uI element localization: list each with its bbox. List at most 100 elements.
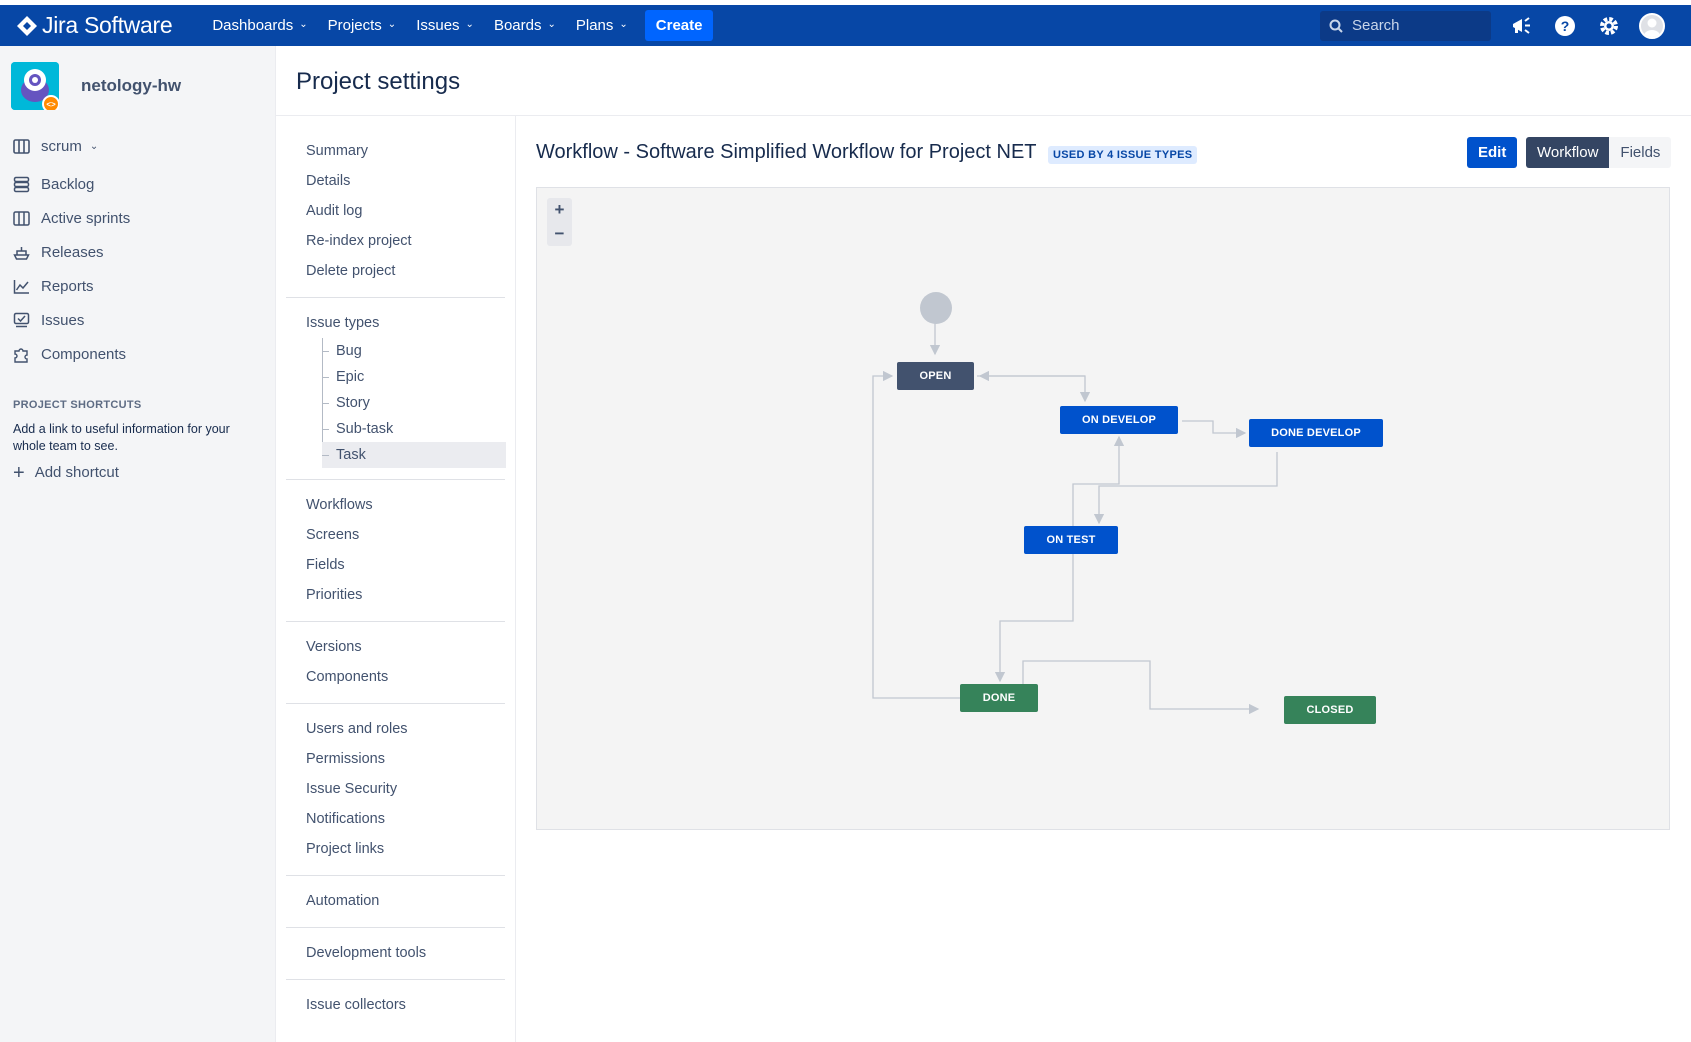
view-toggle-workflow[interactable]: Workflow <box>1526 137 1610 168</box>
settings-nav: Summary Details Audit log Re-index proje… <box>276 116 516 1042</box>
transition-open-on-develop <box>977 375 1091 403</box>
settings-item-screens[interactable]: Screens <box>286 520 505 550</box>
settings-group-issue-types: Issue types Bug Epic Story Sub-task Task <box>276 308 515 468</box>
page-title: Project settings <box>296 68 461 95</box>
nav-label: Projects <box>327 17 382 34</box>
sidebar-item-issues[interactable]: Issues <box>0 303 275 337</box>
sidebar-item-label: Releases <box>41 243 104 261</box>
jira-diamond-icon <box>17 15 37 36</box>
divider <box>286 703 505 704</box>
sidebar-item-reports[interactable]: Reports <box>0 269 275 303</box>
chevron-down-icon: ⌄ <box>89 141 99 152</box>
workflow-start-node <box>920 292 952 324</box>
chart-icon <box>13 279 29 294</box>
nav-boards[interactable]: Boards ⌄ <box>494 17 556 34</box>
settings-group-people: Users and roles Permissions Issue Securi… <box>276 714 515 864</box>
settings-item-issue-security[interactable]: Issue Security <box>286 774 505 804</box>
settings-item-details[interactable]: Details <box>286 166 505 196</box>
used-by-badge[interactable]: USED BY 4 ISSUE TYPES <box>1048 146 1198 164</box>
nav-issues[interactable]: Issues ⌄ <box>416 17 474 34</box>
settings-group-dev-tools: Development tools <box>276 938 515 968</box>
settings-item-issue-types[interactable]: Issue types <box>286 308 505 338</box>
workflow-diagram-canvas[interactable]: + − OPEN ON DEVELOP DONE DEVELOP ON TEST… <box>536 187 1670 830</box>
settings-item-development-tools[interactable]: Development tools <box>286 938 505 968</box>
settings-gear-icon[interactable] <box>1595 12 1623 40</box>
nav-label: Dashboards <box>212 17 294 34</box>
ship-icon <box>13 246 30 260</box>
transition-on-test-done <box>994 554 1074 683</box>
status-node-closed[interactable]: CLOSED <box>1284 696 1376 724</box>
sidebar-item-label: Issues <box>41 311 85 329</box>
settings-item-project-links[interactable]: Project links <box>286 834 505 864</box>
issue-type-bug[interactable]: Bug <box>322 338 506 364</box>
primary-nav: Dashboards ⌄ Projects ⌄ Issues ⌄ Boards ⌄ Pl… <box>212 10 714 41</box>
settings-item-reindex-project[interactable]: Re-index project <box>286 226 505 256</box>
sidebar-item-releases[interactable]: Releases <box>0 235 275 269</box>
sidebar-item-components[interactable]: Components <box>0 337 275 371</box>
user-avatar[interactable] <box>1639 12 1665 39</box>
help-icon[interactable]: ? <box>1551 12 1579 40</box>
plus-icon: + <box>13 461 25 484</box>
settings-item-audit-log[interactable]: Audit log <box>286 196 505 226</box>
settings-item-summary[interactable]: Summary <box>286 136 505 166</box>
nav-projects[interactable]: Projects ⌄ <box>328 17 397 34</box>
search-icon <box>1329 19 1343 33</box>
settings-item-delete-project[interactable]: Delete project <box>286 256 505 286</box>
nav-dashboards[interactable]: Dashboards ⌄ <box>212 17 307 34</box>
sidebar-item-active-sprints[interactable]: Active sprints <box>0 201 275 235</box>
issue-type-epic[interactable]: Epic <box>322 364 506 390</box>
divider <box>286 927 505 928</box>
add-shortcut-button[interactable]: + Add shortcut <box>13 461 275 484</box>
puzzle-icon <box>14 347 28 363</box>
top-navigation: Jira Software Dashboards ⌄ Projects ⌄ Issu… <box>0 5 1691 46</box>
settings-item-automation[interactable]: Automation <box>286 886 505 916</box>
status-node-done[interactable]: DONE <box>960 684 1038 712</box>
jira-logo[interactable]: Jira Software <box>16 12 173 39</box>
nav-label: Plans <box>575 17 614 34</box>
view-toggle: Workflow Fields <box>1526 137 1672 168</box>
sidebar-item-label: Active sprints <box>41 209 131 227</box>
workflow-transitions <box>872 322 1278 715</box>
sidebar-item-backlog[interactable]: Backlog <box>0 167 275 201</box>
divider <box>286 297 505 298</box>
issue-type-sub-task[interactable]: Sub-task <box>322 416 506 442</box>
settings-group-general: Summary Details Audit log Re-index proje… <box>276 136 515 286</box>
view-toggle-fields[interactable]: Fields <box>1609 137 1672 168</box>
settings-item-notifications[interactable]: Notifications <box>286 804 505 834</box>
workflow-title: Workflow - Software Simplified Workflow … <box>536 141 1037 163</box>
issue-type-story[interactable]: Story <box>322 390 506 416</box>
project-name: netology-hw <box>81 76 182 95</box>
status-node-open[interactable]: OPEN <box>897 362 974 390</box>
settings-item-users-and-roles[interactable]: Users and roles <box>286 714 505 744</box>
status-node-done-develop[interactable]: DONE DEVELOP <box>1249 419 1383 447</box>
edit-workflow-button[interactable]: Edit <box>1467 137 1518 168</box>
sidebar-item-label: Components <box>41 345 127 363</box>
settings-item-fields[interactable]: Fields <box>286 550 505 580</box>
transition-on-develop-done-develop <box>1182 420 1247 439</box>
transition-done-closed <box>1022 660 1260 715</box>
search-placeholder: Search <box>1352 17 1400 34</box>
add-shortcut-label: Add shortcut <box>34 464 119 481</box>
nav-label: Issues <box>416 17 460 34</box>
project-header[interactable]: <> netology-hw <box>0 46 275 110</box>
project-avatar: <> <box>11 62 59 110</box>
status-node-on-develop[interactable]: ON DEVELOP <box>1060 406 1178 434</box>
create-button[interactable]: Create <box>644 10 714 41</box>
settings-item-workflows[interactable]: Workflows <box>286 490 505 520</box>
transition-done-open <box>872 370 960 699</box>
board-selector[interactable]: scrum ⌄ <box>13 138 275 155</box>
issue-types-tree: Bug Epic Story Sub-task Task <box>322 338 506 468</box>
status-node-on-test[interactable]: ON TEST <box>1024 526 1118 554</box>
search-input[interactable]: Search <box>1320 10 1491 41</box>
sidebar-item-label: Reports <box>41 277 94 295</box>
settings-item-components[interactable]: Components <box>286 662 505 692</box>
issue-type-task[interactable]: Task <box>322 442 506 468</box>
chevron-down-icon: ⌄ <box>387 19 397 30</box>
settings-item-issue-collectors[interactable]: Issue collectors <box>286 990 505 1020</box>
settings-item-permissions[interactable]: Permissions <box>286 744 505 774</box>
board-icon <box>13 210 30 226</box>
settings-item-versions[interactable]: Versions <box>286 632 505 662</box>
settings-item-priorities[interactable]: Priorities <box>286 580 505 610</box>
notifications-megaphone-icon[interactable] <box>1507 12 1535 40</box>
nav-plans[interactable]: Plans ⌄ <box>576 17 628 34</box>
